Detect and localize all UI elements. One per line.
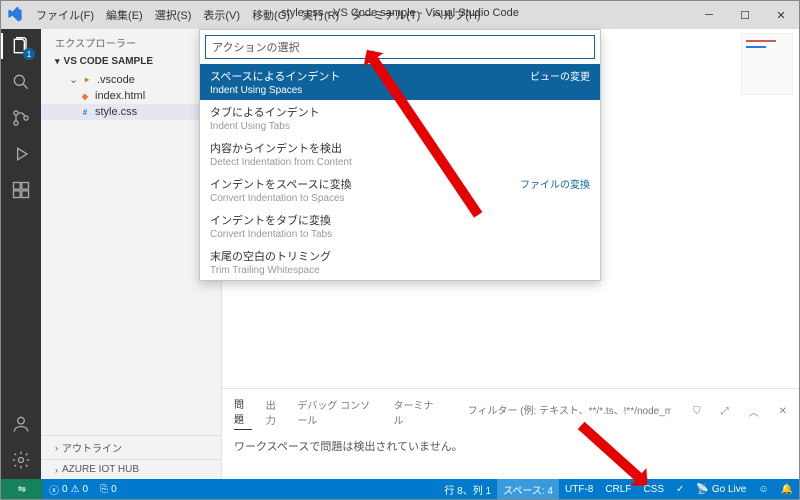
- sidebar: エクスプローラー VS CODE SAMPLE ▸ .vscode ◆ index.…: [41, 29, 222, 479]
- qp-badge-view: ビューの変更: [530, 68, 590, 83]
- status-eol[interactable]: CRLF: [599, 479, 637, 499]
- panel-message: ワークスペースで問題は検出されていません。: [222, 430, 799, 462]
- qp-indent-tabs[interactable]: タブによるインデントIndent Using Tabs: [200, 100, 600, 136]
- panel: 問題 出力 デバッグ コンソール ターミナル ⛉ ⤢ ︿ ✕ ワークスペースで問…: [222, 388, 799, 479]
- sidebar-item-vscode[interactable]: ▸ .vscode: [41, 71, 221, 88]
- status-lang[interactable]: CSS: [637, 479, 670, 499]
- status-errors[interactable]: ⓧ 0 ⚠ 0: [43, 479, 94, 499]
- account-icon[interactable]: [10, 413, 32, 435]
- sidebar-azure[interactable]: AZURE IOT HUB: [41, 459, 221, 479]
- debug-icon[interactable]: [10, 143, 32, 165]
- scm-icon[interactable]: [10, 107, 32, 129]
- qp-badge-file: ファイルの変換: [520, 176, 590, 191]
- window-close[interactable]: ✕: [763, 1, 799, 29]
- minimap[interactable]: [741, 33, 793, 95]
- status-remote[interactable]: ⇋: [1, 479, 43, 499]
- status-spaces[interactable]: スペース: 4: [497, 479, 559, 499]
- qp-detect-indent[interactable]: 内容からインデントを検出Detect Indentation from Cont…: [200, 136, 600, 172]
- qp-convert-spaces[interactable]: インデントをスペースに変換Convert Indentation to Spac…: [200, 172, 600, 208]
- sidebar-root[interactable]: VS CODE SAMPLE: [41, 54, 221, 69]
- panel-tab-output[interactable]: 出力: [266, 394, 284, 430]
- menu-file[interactable]: ファイル(F): [31, 4, 99, 26]
- title-bar: ファイル(F) 編集(E) 選択(S) 表示(V) 移動(G) 実行(R) ター…: [1, 1, 799, 29]
- status-golive[interactable]: 📡 Go Live: [690, 479, 752, 499]
- sidebar-title: エクスプローラー: [41, 29, 221, 54]
- quick-pick: アクションの選択 スペースによるインデントIndent Using Spaces…: [199, 29, 601, 281]
- panel-tab-terminal[interactable]: ターミナル: [393, 394, 437, 430]
- sidebar-item-label: index.html: [95, 90, 145, 102]
- qp-trim-ws[interactable]: 末尾の空白のトリミングTrim Trailing Whitespace: [200, 244, 600, 280]
- sidebar-item-style[interactable]: # style.css: [41, 104, 221, 120]
- status-bar: ⇋ ⓧ 0 ⚠ 0 ⎘ 0 行 8、列 1 スペース: 4 UTF-8 CRLF…: [1, 479, 799, 499]
- status-line[interactable]: 行 8、列 1: [438, 479, 497, 499]
- status-feedback[interactable]: ☺: [752, 479, 774, 499]
- close-icon[interactable]: ✕: [779, 406, 787, 417]
- folder-icon: ▸: [81, 74, 93, 86]
- window-minimize[interactable]: ─: [691, 1, 727, 29]
- panel-tab-problems[interactable]: 問題: [234, 393, 252, 430]
- chevron-up-icon[interactable]: ︿: [749, 404, 759, 419]
- explorer-badge: 1: [23, 48, 35, 60]
- search-icon[interactable]: [10, 71, 32, 93]
- menu-view[interactable]: 表示(V): [198, 4, 245, 26]
- html-icon: ◆: [79, 90, 91, 102]
- filter-icon[interactable]: ⛉: [693, 406, 701, 417]
- extensions-icon[interactable]: [10, 179, 32, 201]
- menu-edit[interactable]: 編集(E): [101, 4, 148, 26]
- window-title: style.css - VS Code sample - Visual Stud…: [281, 7, 519, 19]
- panel-maximize-icon[interactable]: ⤢: [721, 406, 729, 417]
- status-bell[interactable]: 🔔: [775, 479, 799, 499]
- status-port[interactable]: ⎘ 0: [94, 479, 123, 499]
- sidebar-outline[interactable]: アウトライン: [41, 435, 221, 459]
- panel-tab-debug[interactable]: デバッグ コンソール: [297, 394, 379, 430]
- sidebar-item-label: .vscode: [97, 74, 135, 86]
- sidebar-item-index[interactable]: ◆ index.html: [41, 88, 221, 104]
- qp-indent-spaces[interactable]: スペースによるインデントIndent Using Spaces ビューの変更: [200, 64, 600, 100]
- status-encoding[interactable]: UTF-8: [559, 479, 599, 499]
- vscode-icon: [7, 7, 23, 23]
- gear-icon[interactable]: [10, 449, 32, 471]
- activity-bar: 1: [1, 29, 41, 479]
- sidebar-item-label: style.css: [95, 106, 137, 118]
- menu-selection[interactable]: 選択(S): [150, 4, 197, 26]
- status-check[interactable]: ✓: [670, 479, 690, 499]
- quick-pick-input[interactable]: アクションの選択: [205, 35, 595, 59]
- css-icon: #: [79, 106, 91, 118]
- window-maximize[interactable]: ☐: [727, 1, 763, 29]
- qp-convert-tabs[interactable]: インデントをタブに変換Convert Indentation to Tabs: [200, 208, 600, 244]
- panel-filter-input[interactable]: [466, 405, 673, 418]
- explorer-icon[interactable]: 1: [10, 35, 32, 57]
